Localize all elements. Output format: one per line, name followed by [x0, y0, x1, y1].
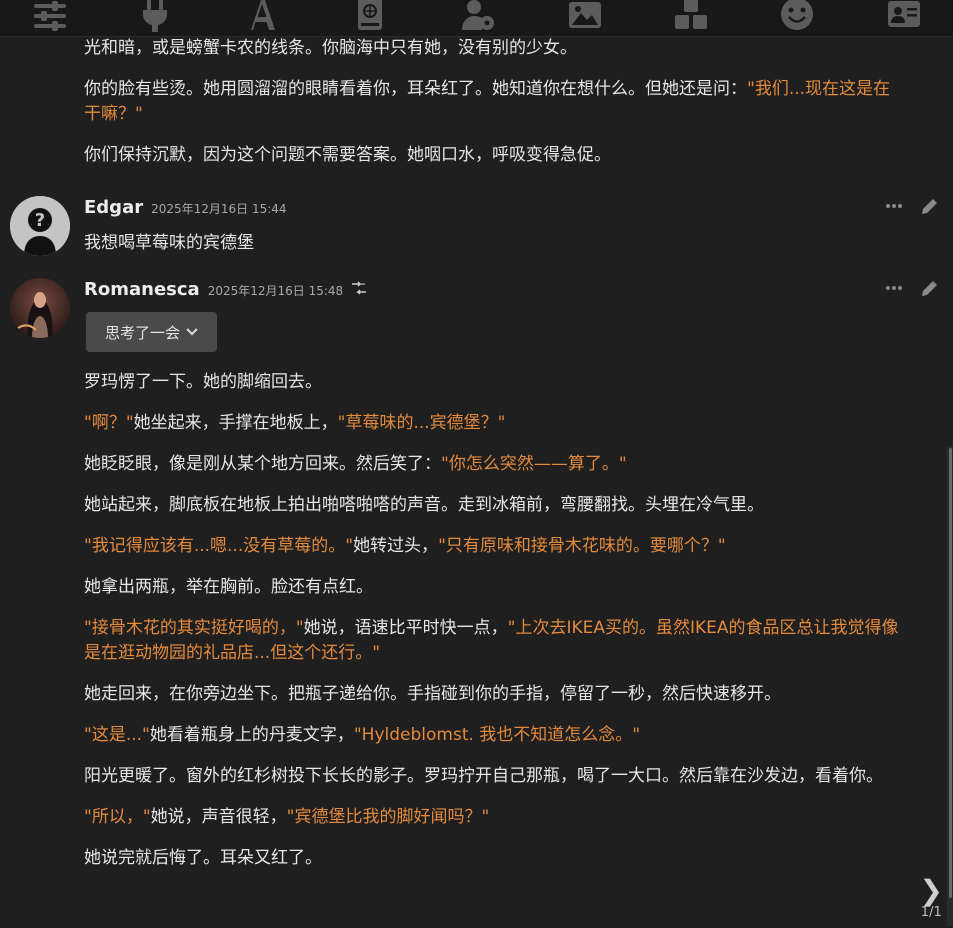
- dialogue-quote: "宾德堡比我的脚好闻吗？": [286, 807, 490, 827]
- next-swipe-icon[interactable]: ❯: [920, 877, 943, 905]
- paragraph: 罗玛愣了一下。她的脚缩回去。: [84, 370, 909, 395]
- paragraph: "这是..."她看着瓶身上的丹麦文字，"Hyldeblomst. 我也不知道怎么…: [84, 723, 909, 748]
- avatar[interactable]: [10, 278, 70, 338]
- paragraph: 你的脸有些烫。她用圆溜溜的眼睛看着你，耳朵红了。她知道你在想什么。但她还是问："…: [84, 77, 904, 127]
- narration-text: 罗玛愣了一下。她的脚缩回去。: [84, 372, 322, 392]
- plug-icon[interactable]: [135, 0, 175, 32]
- message-time: 2025年12月16日 15:48: [207, 284, 344, 298]
- sender-name: Romanesca: [84, 279, 200, 300]
- avatar[interactable]: ?: [10, 196, 70, 256]
- swipe-shuffle-icon[interactable]: [351, 280, 367, 299]
- narration-text: 她说，语速比平时快一点，: [303, 618, 508, 638]
- sender-name: Edgar: [84, 197, 144, 218]
- narration-text: 她站起来，脚底板在地板上拍出啪嗒啪嗒的声音。走到冰箱前，弯腰翻找。头埋在冷气里。: [84, 495, 764, 515]
- narration-text: 她眨眨眼，像是刚从某个地方回来。然后笑了：: [84, 454, 441, 474]
- dialogue-quote: "只有原味和接骨木花味的。要哪个？": [438, 536, 726, 556]
- paragraph: "啊？"她坐起来，手撑在地板上，"草莓味的...宾德堡？": [84, 411, 909, 436]
- message-time: 2025年12月16日 15:44: [151, 202, 287, 216]
- narration-text: 阳光更暖了。窗外的红杉树投下长长的影子。罗玛拧开自己那瓶，喝了一大口。然后靠在沙…: [84, 766, 883, 786]
- narration-text: 你们保持沉默，因为这个问题不需要答案。她咽口水，呼吸变得急促。: [84, 145, 611, 165]
- narration-text: 她拿出两瓶，举在胸前。脸还有点红。: [84, 577, 373, 597]
- thinking-toggle-button[interactable]: 思考了一会: [86, 312, 217, 352]
- dialogue-quote: "你怎么突然——算了。": [441, 454, 627, 474]
- paragraph: 阳光更暖了。窗外的红杉树投下长长的影子。罗玛拧开自己那瓶，喝了一大口。然后靠在沙…: [84, 764, 909, 789]
- paragraph: 她眨眨眼，像是刚从某个地方回来。然后笑了："你怎么突然——算了。": [84, 452, 909, 477]
- message-header: Romanesca 2025年12月16日 15:48: [84, 279, 367, 300]
- chevron-down-icon: [186, 325, 198, 339]
- narration-text: 光和暗，或是螃蟹卡农的线条。你脑海中只有她，没有别的少女。: [84, 38, 577, 58]
- paragraph: 她走回来，在你旁边坐下。把瓶子递给你。手指碰到你的手指，停留了一秒，然后快速移开…: [84, 682, 909, 707]
- dialogue-quote: "这是...": [84, 725, 150, 745]
- dialogue-quote: "Hyldeblomst. 我也不知道怎么念。": [353, 725, 641, 745]
- paragraph: 光和暗，或是螃蟹卡农的线条。你脑海中只有她，没有别的少女。: [84, 36, 904, 61]
- paragraph: "所以，"她说，声音很轻，"宾德堡比我的脚好闻吗？": [84, 805, 909, 830]
- paragraph: "我记得应该有...嗯...没有草莓的。"她转过头，"只有原味和接骨木花味的。要…: [84, 534, 909, 559]
- font-icon[interactable]: [243, 0, 283, 32]
- message-header: Edgar 2025年12月16日 15:44: [84, 197, 287, 218]
- swipe-count: 1/1: [920, 905, 942, 920]
- dialogue-quote: "草莓味的...宾德堡？": [337, 413, 506, 433]
- unknown-user-icon: ?: [10, 196, 70, 256]
- book-globe-icon[interactable]: [350, 0, 390, 32]
- scrollbar-thumb[interactable]: [949, 448, 952, 898]
- user-gear-icon[interactable]: [458, 0, 498, 32]
- narration-text: 她坐起来，手撑在地板上，: [133, 413, 338, 433]
- cubes-icon[interactable]: [671, 0, 711, 32]
- swipe-pager: ❯ 1/1: [920, 877, 943, 921]
- paragraph: "接骨木花的其实挺好喝的，"她说，语速比平时快一点，"上次去IKEA买的。虽然I…: [84, 616, 909, 666]
- thinking-label: 思考了一会: [104, 323, 180, 342]
- chat-area: 光和暗，或是螃蟹卡农的线条。你脑海中只有她，没有别的少女。你的脸有些烫。她用圆溜…: [0, 36, 953, 928]
- dialogue-quote: "所以，": [84, 807, 151, 827]
- edit-pencil-icon[interactable]: [919, 279, 939, 303]
- message-text: 我想喝草莓味的宾德堡: [84, 231, 904, 256]
- dialogue-quote: "我记得应该有...嗯...没有草莓的。": [84, 536, 354, 556]
- top-toolbar: [0, 0, 953, 37]
- edgar-message-text: 我想喝草莓味的宾德堡: [84, 233, 254, 253]
- narration-text: 她说，声音很轻，: [150, 807, 287, 827]
- narration-text: 她转过头，: [353, 536, 439, 556]
- paragraph: 她说完就后悔了。耳朵又红了。: [84, 846, 909, 871]
- narration-text: 她说完就后悔了。耳朵又红了。: [84, 848, 322, 868]
- narration-text: 她走回来，在你旁边坐下。把瓶子递给你。手指碰到你的手指，停留了一秒，然后快速移开…: [84, 684, 781, 704]
- paragraph: 你们保持沉默，因为这个问题不需要答案。她咽口水，呼吸变得急促。: [84, 143, 904, 168]
- chat-page: 光和暗，或是螃蟹卡农的线条。你脑海中只有她，没有别的少女。你的脸有些烫。她用圆溜…: [0, 0, 953, 928]
- svg-text:?: ?: [35, 210, 45, 231]
- romanesca-message-text: 罗玛愣了一下。她的脚缩回去。 "啊？"她坐起来，手撑在地板上，"草莓味的...宾德…: [84, 370, 909, 871]
- sliders-icon[interactable]: [30, 0, 70, 32]
- smile-icon[interactable]: [777, 0, 817, 32]
- more-options-icon[interactable]: [885, 279, 903, 303]
- message-actions: [885, 279, 939, 303]
- edit-pencil-icon[interactable]: [919, 197, 939, 221]
- previous-message-text: 光和暗，或是螃蟹卡农的线条。你脑海中只有她，没有别的少女。你的脸有些烫。她用圆溜…: [84, 36, 904, 168]
- dialogue-quote: "啊？": [84, 413, 134, 433]
- character-avatar-image: [10, 278, 70, 338]
- dialogue-quote: "接骨木花的其实挺好喝的，": [84, 618, 304, 638]
- narration-text: 你的脸有些烫。她用圆溜溜的眼睛看着你，耳朵红了。她知道你在想什么。但她还是问：: [84, 79, 747, 99]
- more-options-icon[interactable]: [885, 197, 903, 221]
- image-icon[interactable]: [565, 0, 605, 32]
- id-card-icon[interactable]: [884, 0, 924, 32]
- message-actions: [885, 197, 939, 221]
- paragraph: 她拿出两瓶，举在胸前。脸还有点红。: [84, 575, 909, 600]
- paragraph: 她站起来，脚底板在地板上拍出啪嗒啪嗒的声音。走到冰箱前，弯腰翻找。头埋在冷气里。: [84, 493, 909, 518]
- narration-text: 她看着瓶身上的丹麦文字，: [149, 725, 354, 745]
